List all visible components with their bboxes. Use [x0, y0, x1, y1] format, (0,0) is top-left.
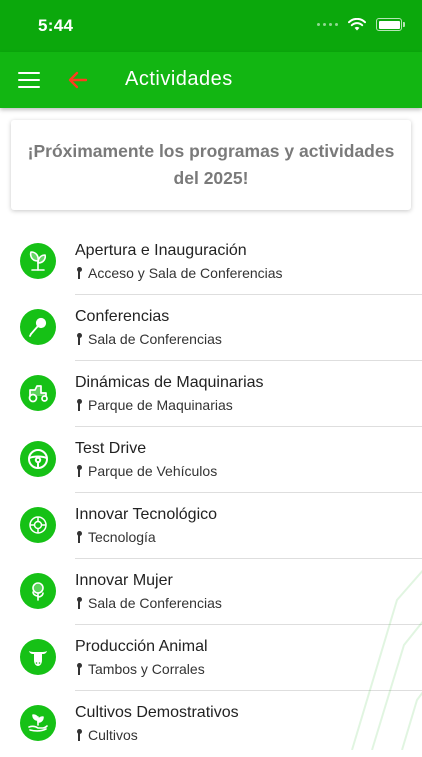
activity-title: Producción Animal [75, 638, 208, 655]
leaf-icon [20, 243, 56, 279]
activity-title: Cultivos Demostrativos [75, 704, 239, 721]
wifi-icon [348, 18, 366, 31]
activity-title: Innovar Tecnológico [75, 506, 218, 523]
activity-title: Apertura e Inauguración [75, 242, 247, 259]
activity-place: Parque de Maquinarias [75, 397, 233, 413]
activity-place-text: Sala de Conferencias [88, 331, 222, 347]
status-bar: 5:44 [0, 0, 422, 52]
activity-place-text: Tecnología [88, 529, 156, 545]
activity-place: Tambos y Corrales [75, 661, 205, 677]
tractor-icon [20, 375, 56, 411]
activity-item[interactable]: Innovar Mujer Sala de Conferencias [0, 559, 422, 625]
location-pin-icon [75, 596, 83, 610]
activity-item[interactable]: Producción Animal Tambos y Corrales [0, 625, 422, 691]
activity-place-text: Parque de Vehículos [88, 463, 218, 479]
activity-title: Innovar Mujer [75, 572, 173, 589]
technology-icon [20, 507, 56, 543]
steering-wheel-icon [20, 441, 56, 477]
activity-title: Dinámicas de Maquinarias [75, 374, 264, 391]
status-time: 5:44 [38, 16, 74, 35]
app-bar: Actividades [0, 52, 422, 108]
activity-place: Cultivos [75, 727, 138, 743]
activity-place-text: Sala de Conferencias [88, 595, 222, 611]
signal-icon [317, 23, 338, 26]
status-icons [317, 18, 405, 31]
battery-icon [376, 18, 405, 31]
activity-item[interactable]: Conferencias Sala de Conferencias [0, 295, 422, 361]
menu-icon[interactable] [18, 69, 40, 91]
activity-place: Parque de Vehículos [75, 463, 217, 479]
activity-place-text: Acceso y Sala de Conferencias [88, 265, 283, 281]
activity-item[interactable]: Innovar Tecnológico Tecnología [0, 493, 422, 559]
location-pin-icon [75, 266, 83, 280]
activity-item[interactable]: Cultivos Demostrativos Cultivos [0, 691, 422, 757]
notice-text: ¡Próximamente los programas y actividade… [27, 141, 395, 188]
activity-place-text: Parque de Maquinarias [88, 397, 233, 413]
activity-item[interactable]: Dinámicas de Maquinarias Parque de Maqui… [0, 361, 422, 427]
back-arrow-icon[interactable] [66, 68, 90, 92]
activity-place: Tecnología [75, 529, 156, 545]
plant-hand-icon [20, 705, 56, 741]
woman-plant-icon [20, 573, 56, 609]
microphone-icon [20, 309, 56, 345]
activity-place: Sala de Conferencias [75, 331, 222, 347]
notice-card: ¡Próximamente los programas y actividade… [11, 120, 411, 210]
page-title: Actividades [125, 68, 233, 90]
activity-place: Acceso y Sala de Conferencias [75, 265, 283, 281]
location-pin-icon [75, 662, 83, 676]
activity-title: Test Drive [75, 440, 147, 457]
activity-place-text: Cultivos [88, 727, 138, 743]
activity-list: Apertura e Inauguración Acceso y Sala de… [0, 229, 422, 757]
location-pin-icon [75, 530, 83, 544]
activity-item[interactable]: Apertura e Inauguración Acceso y Sala de… [0, 229, 422, 295]
cow-icon [20, 639, 56, 675]
location-pin-icon [75, 464, 83, 478]
activity-item[interactable]: Test Drive Parque de Vehículos [0, 427, 422, 493]
location-pin-icon [75, 728, 83, 742]
activity-place: Sala de Conferencias [75, 595, 222, 611]
activity-title: Conferencias [75, 308, 170, 325]
location-pin-icon [75, 332, 83, 346]
location-pin-icon [75, 398, 83, 412]
activity-place-text: Tambos y Corrales [88, 661, 205, 677]
